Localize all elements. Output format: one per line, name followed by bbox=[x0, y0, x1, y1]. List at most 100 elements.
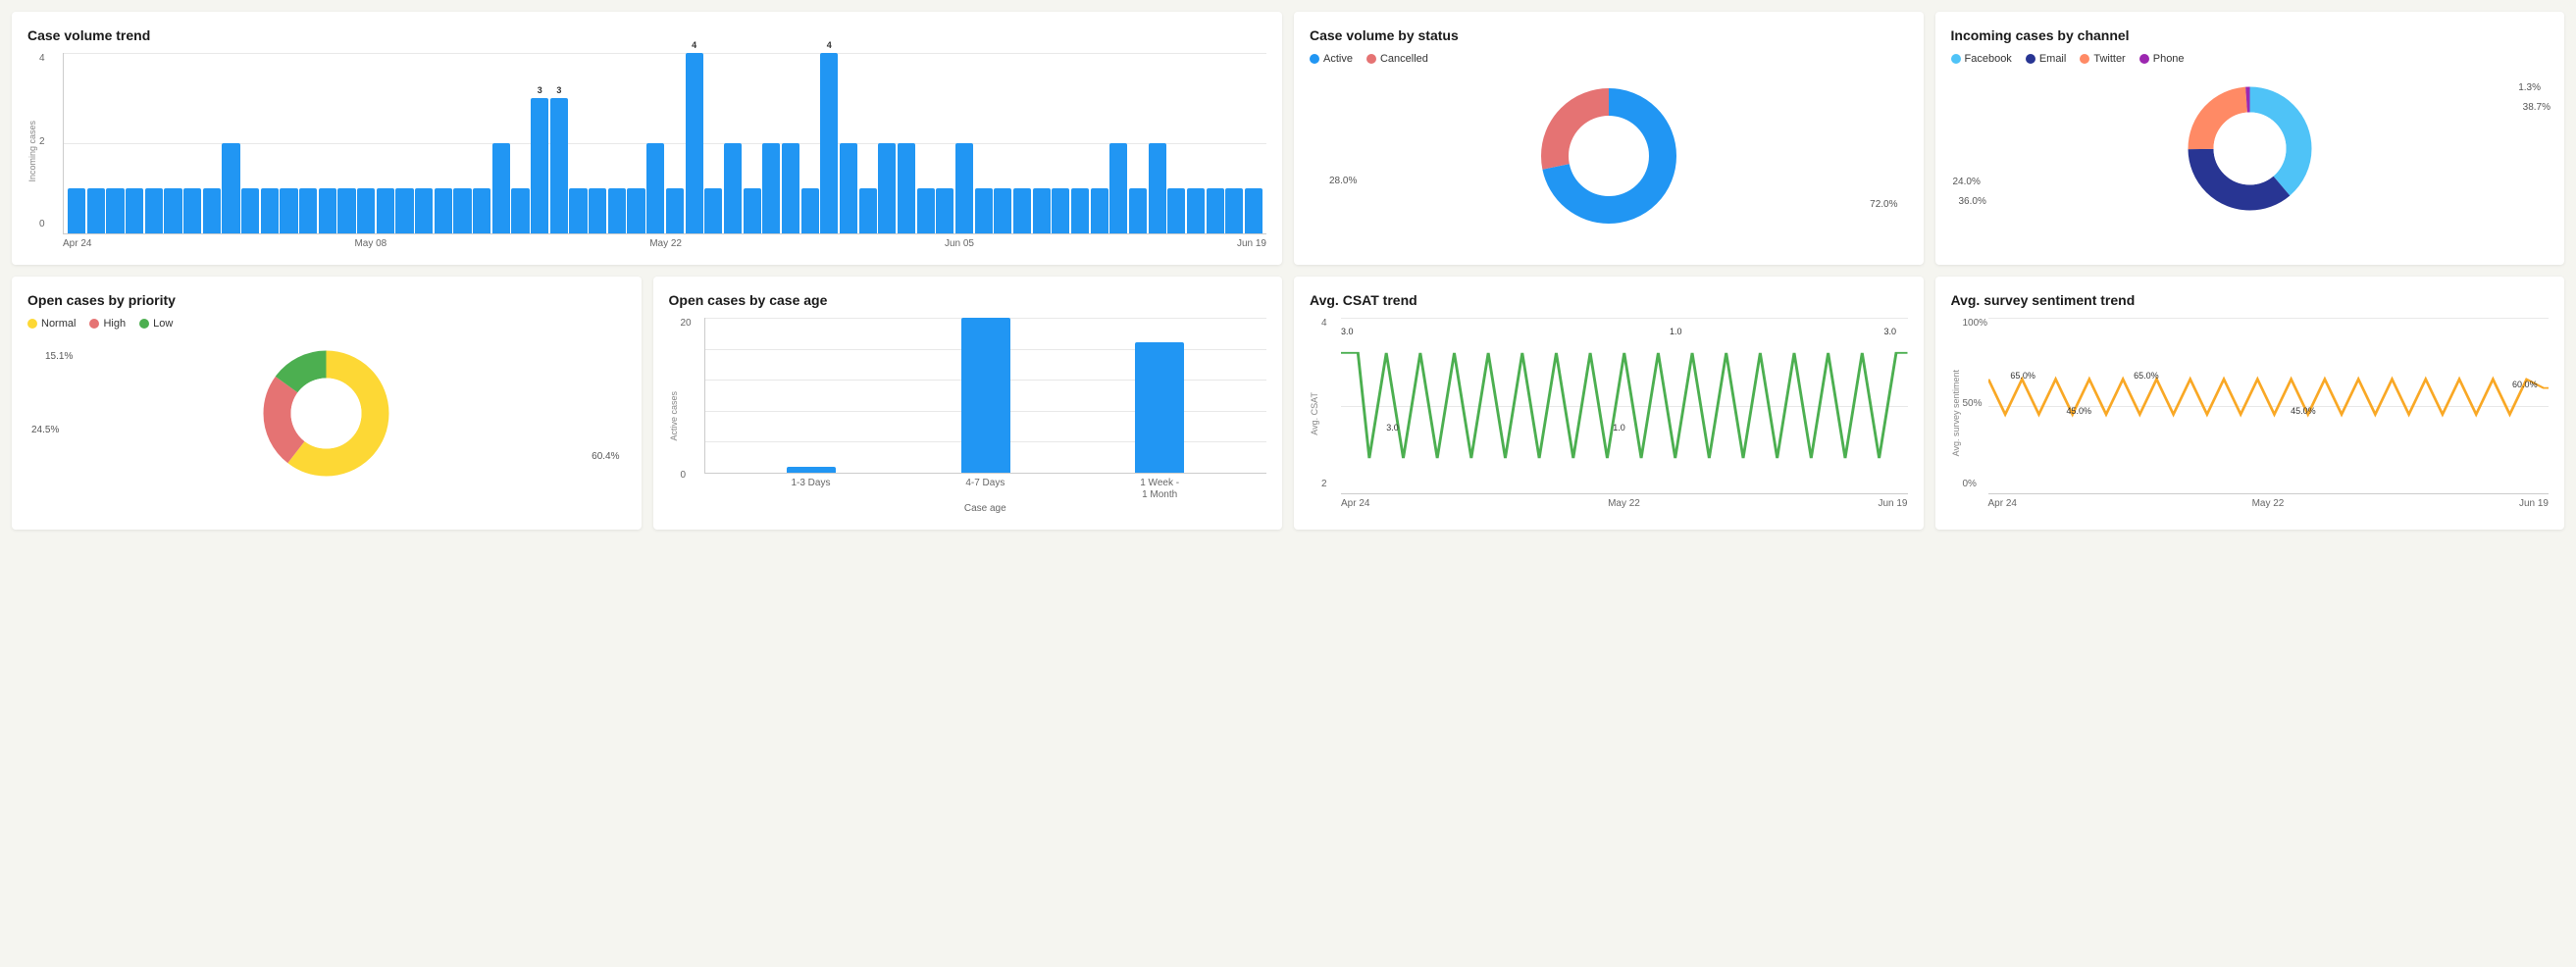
ibc-phone-dot bbox=[2139, 54, 2149, 64]
cvt-bar-7 bbox=[203, 188, 221, 233]
sent-chart-area: 65.0% 45.0% 65.0% 45.0% 60.0% Apr 24 May… bbox=[1988, 318, 2550, 509]
sent-ann-450-1: 45.0% bbox=[2067, 406, 2092, 416]
obp-normal-dot bbox=[27, 319, 37, 329]
cvt-bar-19 bbox=[435, 188, 452, 233]
cvt-bar-26 bbox=[569, 188, 587, 233]
cvt-bar-53 bbox=[1091, 188, 1108, 233]
cvt-bar-21 bbox=[473, 188, 490, 233]
cvt-bar-43 bbox=[898, 143, 915, 233]
oca-x-1week: 1 Week -1 Month bbox=[1140, 478, 1179, 501]
sent-x-jun19: Jun 19 bbox=[2519, 498, 2549, 509]
oca-bar-4-7days bbox=[961, 318, 1010, 473]
ibc-legend-twitter: Twitter bbox=[2080, 53, 2125, 65]
cvt-x-jun05: Jun 05 bbox=[945, 238, 974, 249]
obp-legend-low: Low bbox=[139, 318, 173, 330]
oca-y-label-wrapper: Active cases bbox=[669, 318, 681, 514]
avg-csat-card: Avg. CSAT trend Avg. CSAT 4 2 3.0 3.0 bbox=[1294, 277, 1924, 530]
csat-x-may22: May 22 bbox=[1608, 498, 1640, 509]
obp-high-dot bbox=[89, 319, 99, 329]
csat-ann-30-3: 3.0 bbox=[1883, 327, 1896, 336]
oca-bars bbox=[705, 318, 1267, 473]
sent-wrapper: Avg. survey sentiment 100% 50% 0% 65.0% … bbox=[1951, 318, 2550, 509]
cvt-bar-41 bbox=[859, 188, 877, 233]
cvt-bar-27 bbox=[589, 188, 606, 233]
obp-legend: Normal High Low bbox=[27, 318, 626, 330]
cvt-bar-23 bbox=[511, 188, 529, 233]
csat-ann-30-2: 3.0 bbox=[1386, 423, 1399, 433]
cvt-bar-15 bbox=[357, 188, 375, 233]
cvt-x-jun19: Jun 19 bbox=[1237, 238, 1266, 249]
obp-donut-wrapper: 15.1% 60.4% 24.5% bbox=[27, 337, 626, 489]
cvt-bar-36 bbox=[762, 143, 780, 233]
cvs-cancelled-dot bbox=[1366, 54, 1376, 64]
cvt-bar-31 bbox=[666, 188, 684, 233]
cvt-bar-54 bbox=[1109, 143, 1127, 233]
cvt-bar-29 bbox=[627, 188, 644, 233]
cvt-bar-22 bbox=[492, 143, 510, 233]
cvs-title: Case volume by status bbox=[1310, 27, 1908, 43]
oca-chart-area: 1-3 Days 4-7 Days 1 Week -1 Month Case a… bbox=[704, 318, 1267, 514]
obp-low-label: Low bbox=[153, 318, 173, 330]
ibc-legend-phone: Phone bbox=[2139, 53, 2185, 65]
oca-x-1-3: 1-3 Days bbox=[791, 478, 830, 501]
ibc-legend-fb: Facebook bbox=[1951, 53, 2012, 65]
csat-x-axis: Apr 24 May 22 Jun 19 bbox=[1341, 494, 1908, 509]
cvt-bar-48 bbox=[994, 188, 1011, 233]
cvt-bar-28 bbox=[608, 188, 626, 233]
cvt-bar-51 bbox=[1052, 188, 1069, 233]
cvt-bar-42 bbox=[878, 143, 896, 233]
sentiment-card: Avg. survey sentiment trend Avg. survey … bbox=[1935, 277, 2565, 530]
oca-title: Open cases by case age bbox=[669, 292, 1267, 308]
cvt-bar-32: 4 bbox=[686, 53, 703, 233]
csat-wrapper: Avg. CSAT 4 2 3.0 3.0 1.0 1.0 3 bbox=[1310, 318, 1908, 509]
csat-ann-10-2: 1.0 bbox=[1670, 327, 1682, 336]
sent-ann-450-2: 45.0% bbox=[2291, 406, 2316, 416]
cvt-bar-49 bbox=[1013, 188, 1031, 233]
cvs-donut-wrapper: 28.0% 72.0% bbox=[1310, 73, 1908, 239]
cvt-bar-4 bbox=[145, 188, 163, 233]
sent-title: Avg. survey sentiment trend bbox=[1951, 292, 2550, 308]
cvt-bar-10 bbox=[261, 188, 279, 233]
ibc-donut-wrapper: 1.3% 38.7% 36.0% 24.0% bbox=[1951, 73, 2550, 225]
ibc-legend-email: Email bbox=[2026, 53, 2067, 65]
open-priority-card: Open cases by priority Normal High Low bbox=[12, 277, 642, 530]
cvt-bar-24: 3 bbox=[531, 98, 548, 233]
cvs-active-label: Active bbox=[1323, 53, 1353, 65]
oca-bar-2 bbox=[961, 318, 1010, 473]
oca-ytick-0: 0 bbox=[681, 470, 704, 481]
cvt-x-apr24: Apr 24 bbox=[63, 238, 91, 249]
csat-yticks: 4 2 bbox=[1321, 318, 1341, 509]
cvs-label-28: 28.0% bbox=[1329, 176, 1357, 186]
cvt-bar-20 bbox=[453, 188, 471, 233]
oca-y-label: Active cases bbox=[669, 391, 679, 441]
cvt-ytick-0: 0 bbox=[39, 219, 63, 229]
oca-bar-1week bbox=[1135, 342, 1184, 473]
case-volume-trend-title: Case volume trend bbox=[27, 27, 1266, 43]
sent-ytick-100: 100% bbox=[1963, 318, 1988, 329]
ibc-label-240: 24.0% bbox=[1953, 177, 1981, 187]
cvt-bar-40 bbox=[840, 143, 857, 233]
csat-ylabel-wrap: Avg. CSAT bbox=[1310, 318, 1321, 509]
oca-x-label: Case age bbox=[704, 503, 1267, 514]
cvt-x-may22: May 22 bbox=[649, 238, 682, 249]
oca-y-ticks: 20 0 bbox=[681, 318, 704, 514]
cvs-cancelled-label: Cancelled bbox=[1380, 53, 1428, 65]
obp-label-151: 15.1% bbox=[45, 351, 73, 362]
oca-x-4-7: 4-7 Days bbox=[965, 478, 1005, 501]
sent-x-axis: Apr 24 May 22 Jun 19 bbox=[1988, 494, 2550, 509]
incoming-channel-card: Incoming cases by channel Facebook Email… bbox=[1935, 12, 2565, 265]
cvt-bar-37 bbox=[782, 143, 799, 233]
cvt-bar-14 bbox=[337, 188, 355, 233]
cvt-bar-57 bbox=[1167, 188, 1185, 233]
cvt-bar-2 bbox=[106, 188, 124, 233]
cvt-chart-area: 3344 bbox=[63, 53, 1266, 234]
obp-donut-svg bbox=[255, 342, 397, 484]
dashboard: Case volume trend Incoming cases 4 2 0 3… bbox=[12, 12, 2564, 530]
sent-plot: 65.0% 45.0% 65.0% 45.0% 60.0% bbox=[1988, 318, 2550, 494]
ibc-email-dot bbox=[2026, 54, 2035, 64]
ibc-twitter-label: Twitter bbox=[2093, 53, 2125, 65]
cvt-bar-25: 3 bbox=[550, 98, 568, 233]
csat-chart-area: 3.0 3.0 1.0 1.0 3.0 Apr 24 May 22 Jun 19 bbox=[1341, 318, 1908, 509]
cvt-ytick-2: 2 bbox=[39, 136, 63, 147]
obp-title: Open cases by priority bbox=[27, 292, 626, 308]
